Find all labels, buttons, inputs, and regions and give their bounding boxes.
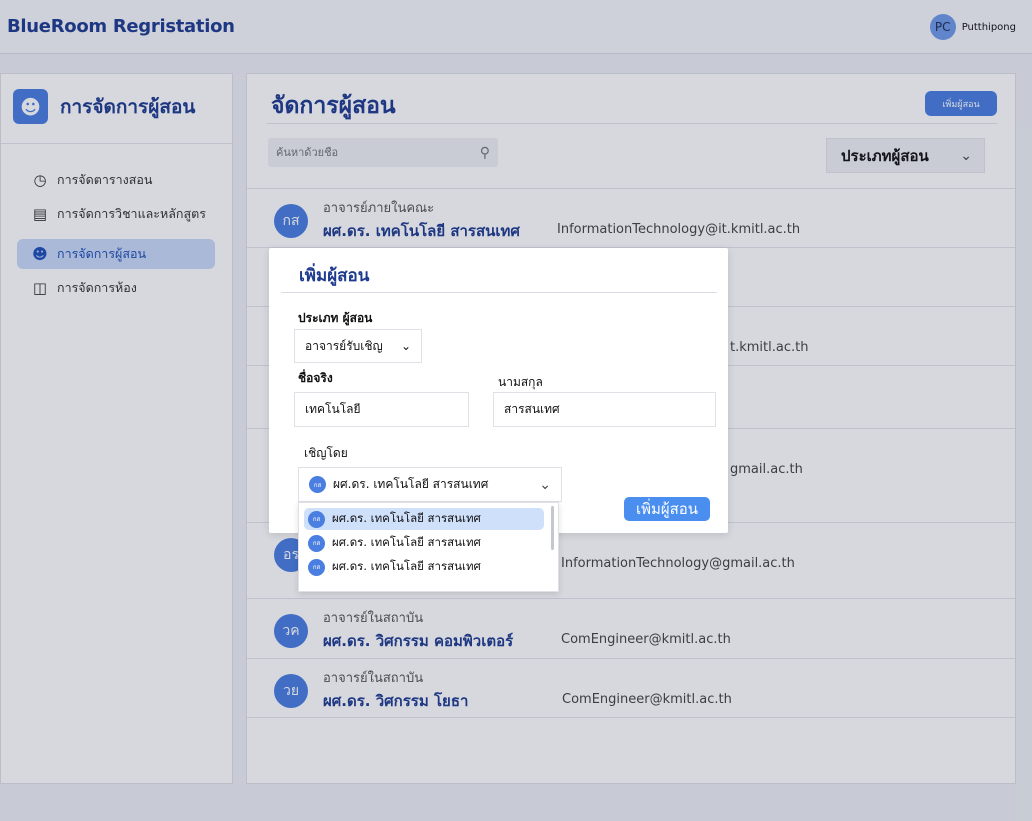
avatar: กส (309, 476, 326, 493)
dropdown-option[interactable]: กส ผศ.ดร. เทคโนโลยี สารสนเทศ (304, 508, 544, 530)
avatar: กส (308, 558, 325, 576)
chevron-down-icon: ⌄ (400, 339, 411, 353)
firstname-label: ชื่อจริง (298, 371, 333, 385)
teacher-type-label: ประเภท ผู้สอน (298, 311, 373, 325)
teacher-type-select[interactable]: อาจารย์รับเชิญ ⌄ (294, 329, 422, 363)
dropdown-option[interactable]: กส ผศ.ดร. เทคโนโลยี สารสนเทศ (304, 556, 544, 578)
dropdown-option[interactable]: กส ผศ.ดร. เทคโนโลยี สารสนเทศ (304, 532, 544, 554)
dropdown-scrollbar[interactable] (551, 506, 554, 550)
chevron-down-icon: ⌄ (539, 477, 551, 493)
firstname-field[interactable] (294, 392, 469, 427)
avatar: กส (308, 510, 325, 528)
dropdown-option-label: ผศ.ดร. เทคโนโลยี สารสนเทศ (332, 535, 481, 549)
invited-by-select[interactable]: กส ผศ.ดร. เทคโนโลยี สารสนเทศ ⌄ (298, 467, 562, 502)
lastname-field[interactable] (493, 392, 716, 427)
submit-add-teacher-button[interactable]: เพิ่มผู้สอน (624, 497, 710, 521)
invited-by-value: ผศ.ดร. เทคโนโลยี สารสนเทศ (333, 477, 489, 491)
modal-title: เพิ่มผู้สอน (299, 266, 370, 286)
modal-divider (281, 292, 717, 293)
dropdown-option-label: ผศ.ดร. เทคโนโลยี สารสนเทศ (332, 559, 481, 573)
dropdown-option-label: ผศ.ดร. เทคโนโลยี สารสนเทศ (332, 511, 481, 525)
invited-by-label: เชิญโดย (304, 446, 348, 460)
teacher-type-value: อาจารย์รับเชิญ (305, 338, 383, 353)
avatar: กส (308, 534, 325, 552)
add-teacher-modal: เพิ่มผู้สอน ประเภท ผู้สอน อาจารย์รับเชิญ… (269, 248, 728, 533)
invited-by-dropdown: กส ผศ.ดร. เทคโนโลยี สารสนเทศ กส ผศ.ดร. เ… (298, 502, 559, 592)
lastname-label: นามสกุล (498, 375, 543, 389)
